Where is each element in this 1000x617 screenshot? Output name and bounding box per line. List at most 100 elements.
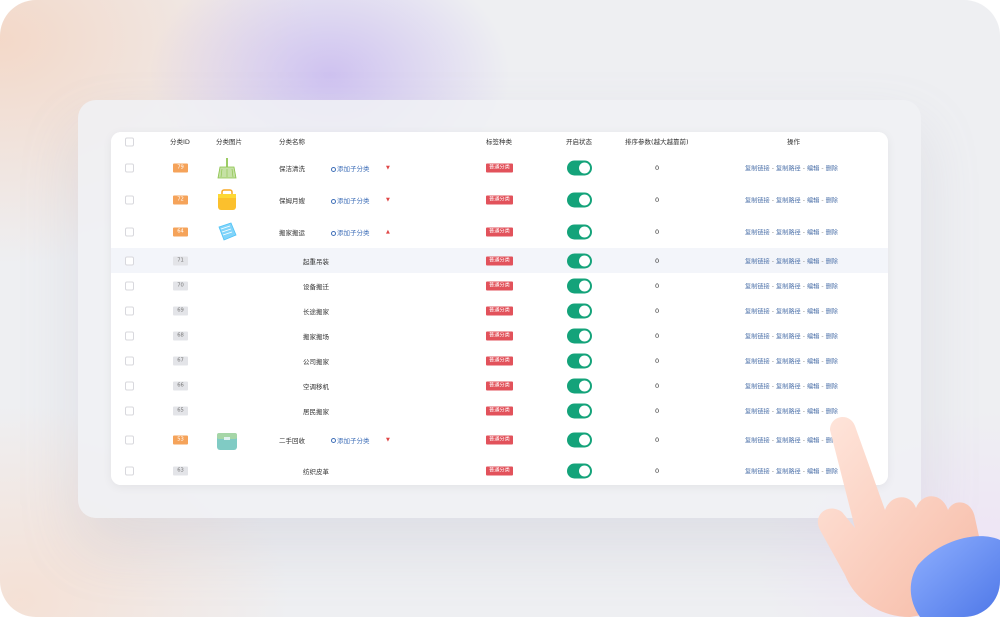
header-tag-type: 标签种类 [486, 138, 512, 146]
row-actions: 复制链接 - 复制路径 - 编辑 - 删除 [745, 228, 838, 237]
delete-button[interactable]: 删除 [826, 333, 838, 340]
caret-down-icon[interactable]: ▼ [386, 197, 390, 203]
row-checkbox[interactable] [125, 306, 134, 315]
copy-link-button[interactable]: 复制链接 [745, 408, 770, 415]
row-checkbox[interactable] [125, 195, 134, 205]
add-subcategory-link[interactable]: 添加子分类 [331, 163, 370, 173]
copy-link-button[interactable]: 复制链接 [745, 198, 770, 205]
copy-link-button[interactable]: 复制链接 [745, 358, 770, 365]
copy-path-button[interactable]: 复制路径 [776, 258, 801, 265]
edit-button[interactable]: 编辑 [807, 230, 819, 237]
caret-up-icon[interactable]: ▲ [386, 229, 390, 235]
copy-link-button[interactable]: 复制链接 [745, 283, 770, 290]
row-checkbox[interactable] [125, 256, 134, 265]
copy-link-button[interactable]: 复制链接 [745, 383, 770, 390]
enabled-toggle[interactable] [567, 353, 592, 368]
row-actions: 复制链接 - 复制路径 - 编辑 - 删除 [745, 281, 838, 290]
copy-link-button[interactable]: 复制链接 [745, 258, 770, 265]
edit-button[interactable]: 编辑 [807, 198, 819, 205]
copy-path-button[interactable]: 复制路径 [776, 230, 801, 237]
category-id-badge: 71 [173, 256, 188, 265]
copy-path-button[interactable]: 复制路径 [776, 437, 801, 444]
delete-button[interactable]: 删除 [826, 258, 838, 265]
edit-button[interactable]: 编辑 [807, 383, 819, 390]
row-actions: 复制链接 - 复制路径 - 编辑 - 删除 [745, 164, 838, 173]
copy-path-button[interactable]: 复制路径 [776, 283, 801, 290]
table-row: 63 纺织皮革 普通分类 0 复制链接 - 复制路径 - 编辑 - 删除 [111, 456, 888, 485]
caret-down-icon[interactable]: ▼ [386, 165, 390, 171]
enabled-toggle[interactable] [567, 253, 592, 268]
tag-type-badge: 普通分类 [486, 281, 513, 290]
category-name: 公司搬家 [303, 357, 329, 366]
edit-button[interactable]: 编辑 [807, 283, 819, 290]
row-checkbox[interactable] [125, 466, 134, 475]
plus-circle-icon [331, 230, 336, 236]
delete-button[interactable]: 删除 [826, 198, 838, 205]
row-checkbox[interactable] [125, 227, 134, 237]
copy-path-button[interactable]: 复制路径 [776, 408, 801, 415]
table-row: 79 保洁清洗 添加子分类 ▼ 普通分类 0 复制链接 - 复制路径 - 编辑 - 删除 [111, 152, 888, 185]
delete-button[interactable]: 删除 [826, 166, 838, 173]
edit-button[interactable]: 编辑 [807, 358, 819, 365]
caret-down-icon[interactable]: ▼ [386, 437, 390, 443]
sort-value: 0 [655, 406, 660, 415]
row-checkbox[interactable] [125, 381, 134, 390]
enabled-toggle[interactable] [567, 303, 592, 318]
copy-path-button[interactable]: 复制路径 [776, 383, 801, 390]
delete-button[interactable]: 删除 [826, 383, 838, 390]
enabled-toggle[interactable] [567, 432, 592, 447]
row-checkbox[interactable] [125, 435, 134, 444]
edit-button[interactable]: 编辑 [807, 166, 819, 173]
category-id-badge: 72 [173, 195, 188, 205]
delete-button[interactable]: 删除 [826, 230, 838, 237]
delete-button[interactable]: 删除 [826, 358, 838, 365]
tag-type-badge: 普通分类 [486, 163, 513, 173]
copy-link-button[interactable]: 复制链接 [745, 468, 770, 475]
delete-button[interactable]: 删除 [826, 283, 838, 290]
edit-button[interactable]: 编辑 [807, 333, 819, 340]
row-checkbox[interactable] [125, 331, 134, 340]
edit-button[interactable]: 编辑 [807, 308, 819, 315]
copy-link-button[interactable]: 复制链接 [745, 437, 770, 444]
background-stage: 分类ID 分类图片 分类名称 标签种类 开启状态 排序参数(越大越靠前) 操作 … [0, 0, 1000, 617]
copy-path-button[interactable]: 复制路径 [776, 308, 801, 315]
enabled-toggle[interactable] [567, 224, 592, 240]
copy-path-button[interactable]: 复制路径 [776, 198, 801, 205]
copy-path-button[interactable]: 复制路径 [776, 358, 801, 365]
enabled-toggle[interactable] [567, 328, 592, 343]
copy-path-button[interactable]: 复制路径 [776, 166, 801, 173]
select-all-checkbox[interactable] [125, 137, 134, 147]
table-row: 72 保姆月嫂 添加子分类 ▼ 普通分类 0 复制链接 - 复制路径 - 编辑 - 删除 [111, 184, 888, 217]
add-subcategory-link[interactable]: 添加子分类 [331, 195, 370, 205]
edit-button[interactable]: 编辑 [807, 258, 819, 265]
copy-path-button[interactable]: 复制路径 [776, 468, 801, 475]
category-id-badge: 53 [173, 435, 188, 444]
add-subcategory-link[interactable]: 添加子分类 [331, 227, 370, 237]
header-actions: 操作 [787, 138, 800, 146]
plus-circle-icon [331, 438, 336, 443]
row-checkbox[interactable] [125, 163, 134, 173]
copy-link-button[interactable]: 复制链接 [745, 308, 770, 315]
copy-link-button[interactable]: 复制链接 [745, 230, 770, 237]
enabled-toggle[interactable] [567, 278, 592, 293]
row-checkbox[interactable] [125, 281, 134, 290]
enabled-toggle[interactable] [567, 378, 592, 393]
row-checkbox[interactable] [125, 406, 134, 415]
enabled-toggle[interactable] [567, 463, 592, 478]
add-subcategory-link[interactable]: 添加子分类 [331, 435, 370, 445]
blue-box-icon [216, 221, 238, 243]
enabled-toggle[interactable] [567, 403, 592, 418]
enabled-toggle[interactable] [567, 192, 592, 208]
tag-type-badge: 普通分类 [486, 356, 513, 365]
delete-button[interactable]: 删除 [826, 308, 838, 315]
tag-type-badge: 普通分类 [486, 195, 513, 205]
category-name: 保洁清洗 [279, 165, 305, 173]
copy-link-button[interactable]: 复制链接 [745, 166, 770, 173]
copy-path-button[interactable]: 复制路径 [776, 333, 801, 340]
row-checkbox[interactable] [125, 356, 134, 365]
row-actions: 复制链接 - 复制路径 - 编辑 - 删除 [745, 381, 838, 390]
enabled-toggle[interactable] [567, 160, 592, 176]
category-id-badge: 64 [173, 227, 188, 237]
table-row: 53 二手回收 添加子分类 ▼ 普通分类 0 复制链接 - 复制路径 - 编辑 - 删除 [111, 423, 888, 457]
copy-link-button[interactable]: 复制链接 [745, 333, 770, 340]
